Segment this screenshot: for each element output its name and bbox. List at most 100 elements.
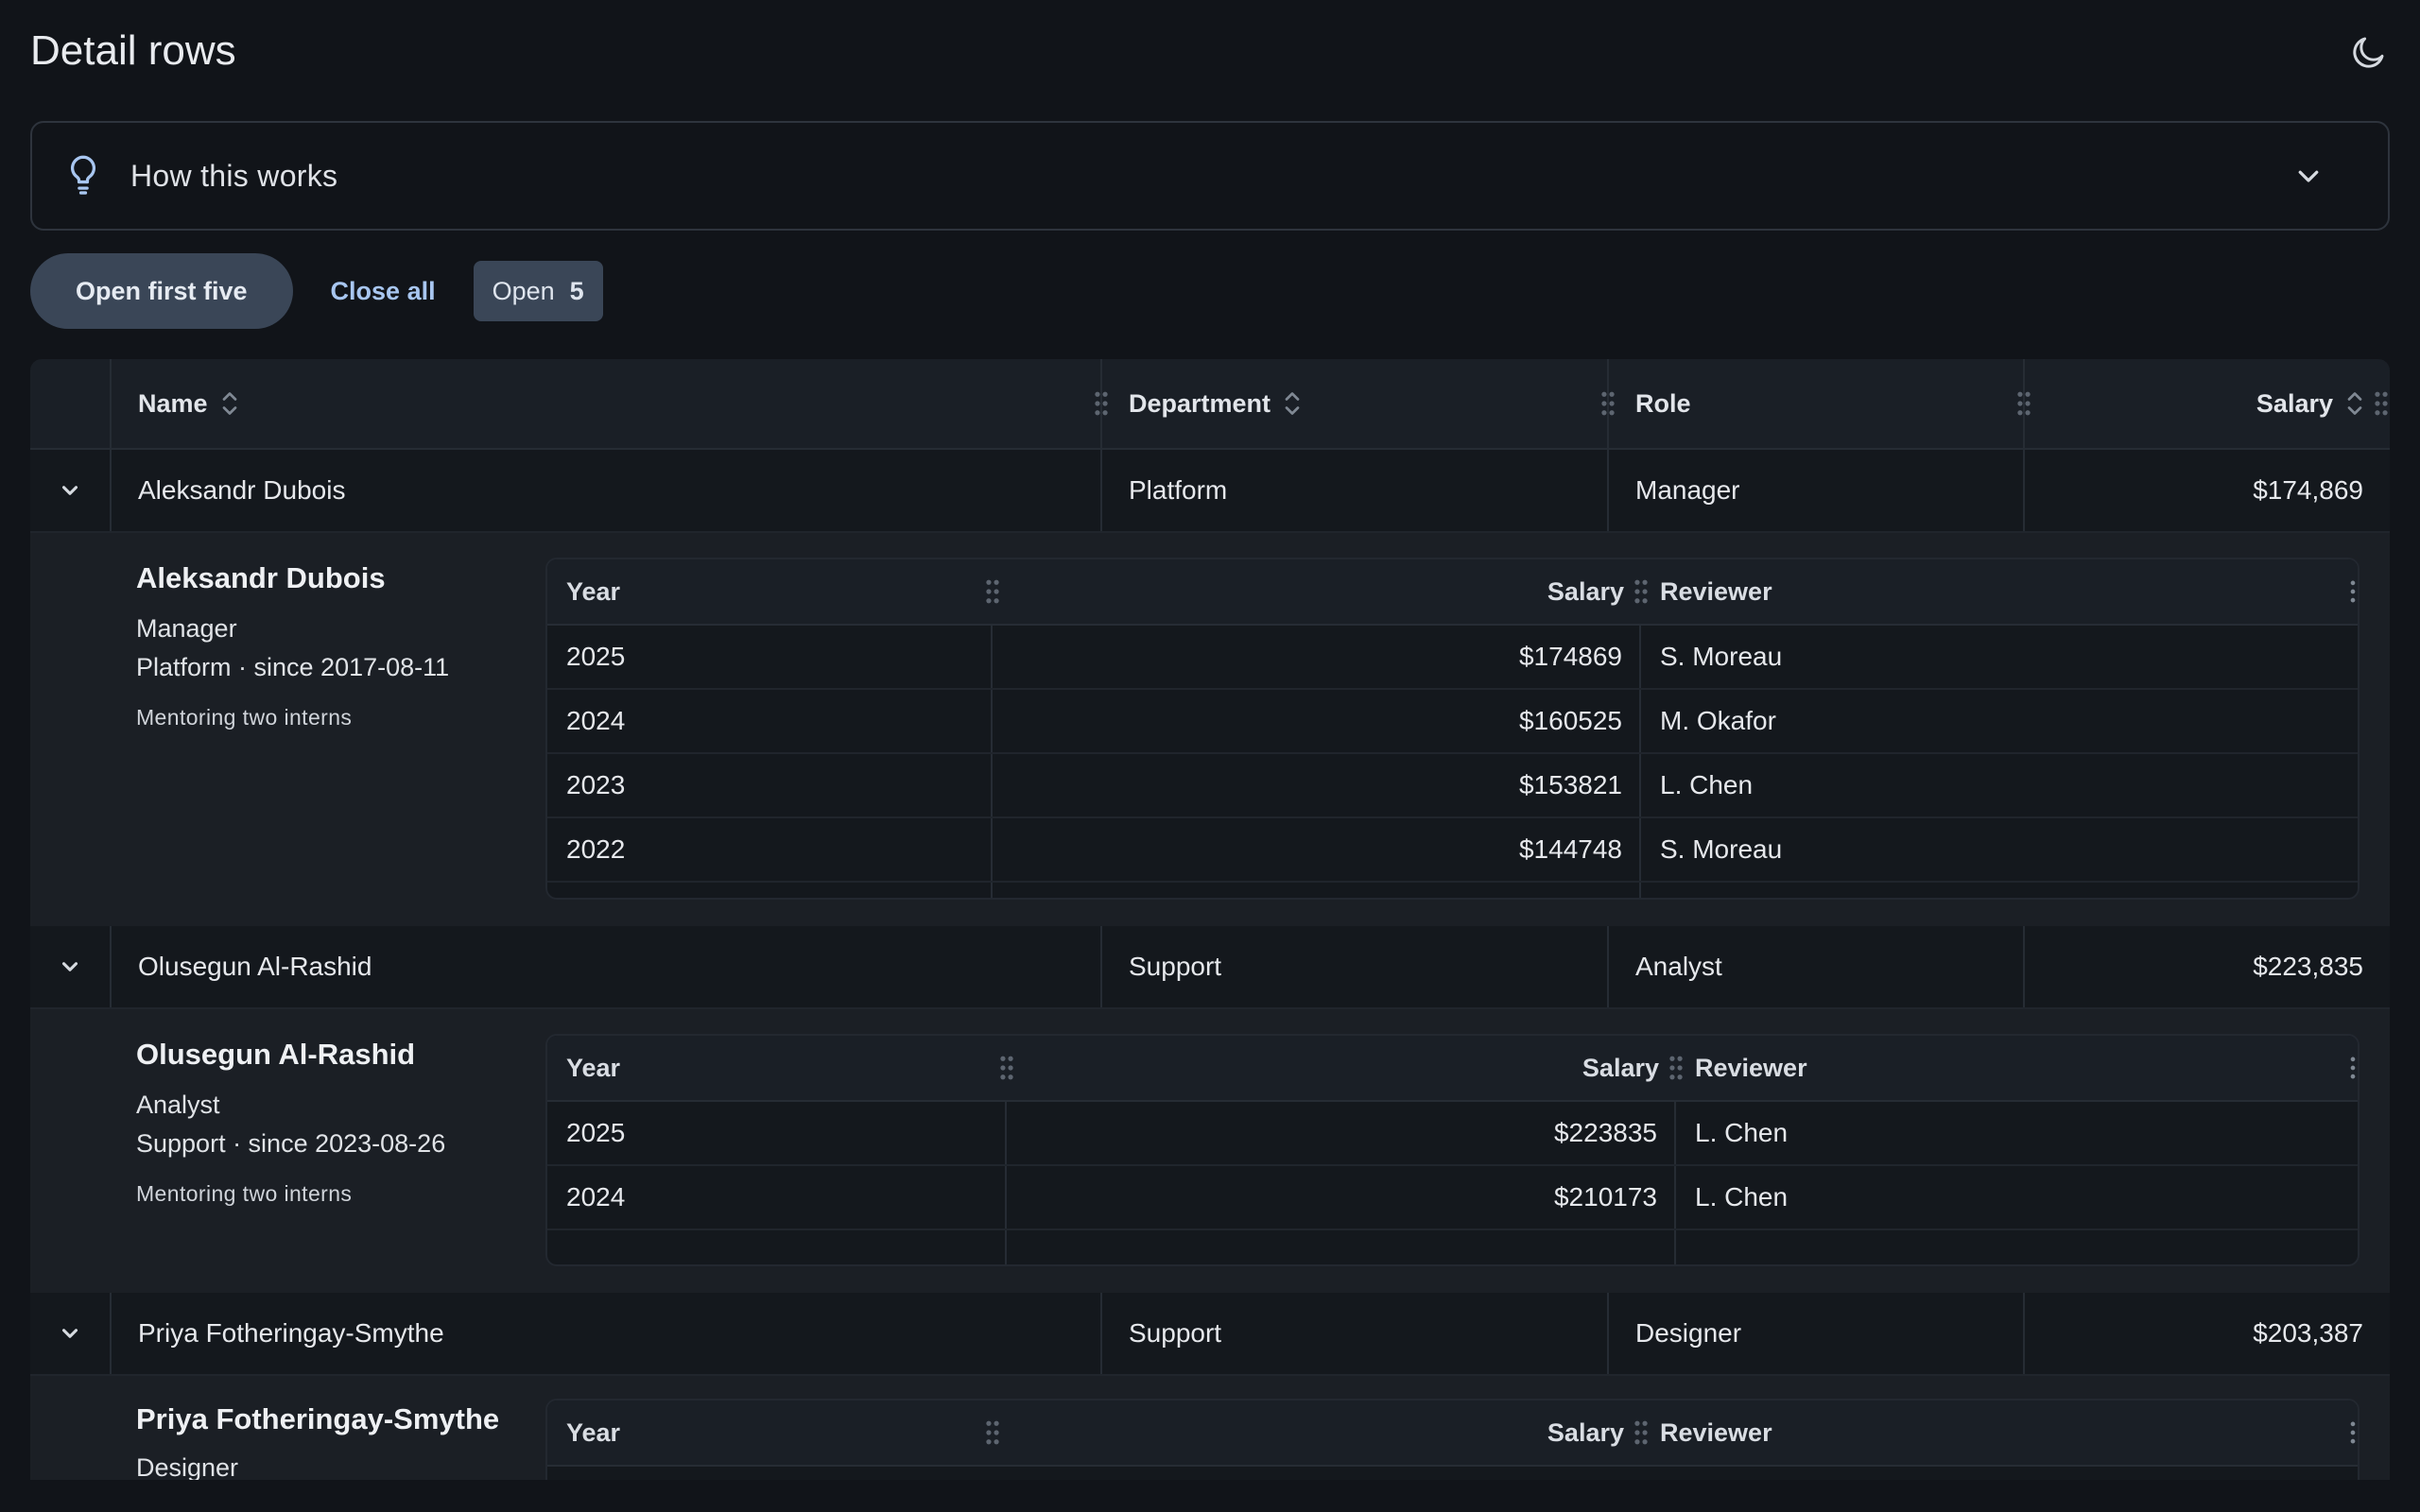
toolbar: Open first five Close all Open 5 [30,253,2390,329]
column-header-salary[interactable]: Salary [2023,359,2390,448]
detail-role: Manager [136,614,237,643]
open-count-badge: Open 5 [473,261,603,321]
column-header-name[interactable]: Name [112,359,1108,448]
sub-cell-salary: $174869 [993,626,1641,688]
sub-column-header-salary-label: Salary [1582,1053,1659,1082]
sub-cell-salary: $160525 [993,690,1641,752]
sub-table-row: 2022 $144748 S. Moreau [547,818,2358,883]
sub-table-footer [547,883,2358,898]
lightbulb-icon [70,155,96,195]
column-header-role[interactable]: Role [1607,359,2031,448]
sub-cell-reviewer: L. Chen [1695,1118,1789,1147]
cell-name: Olusegun Al-Rashid [138,952,372,981]
column-header-department[interactable]: Department [1100,359,1615,448]
sub-header-row: Year Salary Reviewer [547,559,2358,626]
table-row[interactable]: Aleksandr Dubois Platform Manager $174,8… [30,450,2390,533]
column-header-name-label: Name [138,388,208,418]
sub-table-row: 2024 $160525 M. Okafor [547,690,2358,754]
detail-role: Designer [136,1453,239,1480]
column-menu-icon[interactable] [2348,1420,2358,1445]
sub-table-row: 2023 $153821 L. Chen [547,754,2358,818]
sub-column-header-reviewer[interactable]: Reviewer [1676,1036,2358,1100]
detail-profile: Priya Fotheringay-Smythe Designer [30,1376,545,1480]
sort-icon[interactable] [2346,389,2363,418]
sub-cell-reviewer: M. Okafor [1660,706,1776,735]
sub-column-header-year[interactable]: Year [547,559,999,624]
grid-header-row: Name Department Role Salary [30,359,2390,450]
theme-toggle-button[interactable] [2342,26,2395,78]
detail-panel: Aleksandr Dubois Manager Platform · sinc… [30,533,2390,926]
detail-name: Priya Fotheringay-Smythe [136,1402,500,1435]
sub-column-header-year-label: Year [566,576,621,606]
chevron-down-icon [61,486,78,495]
sub-column-header-salary[interactable]: Salary [993,1400,1648,1465]
column-resize-handle-icon[interactable] [2373,391,2390,416]
cell-name: Priya Fotheringay-Smythe [138,1318,444,1348]
detail-panel: Priya Fotheringay-Smythe Designer Year S… [30,1376,2390,1480]
sub-column-header-salary[interactable]: Salary [993,559,1648,624]
sub-column-header-salary[interactable]: Salary [1007,1036,1683,1100]
sub-column-header-reviewer-label: Reviewer [1695,1053,1807,1082]
sub-column-header-reviewer[interactable]: Reviewer [1641,559,2358,624]
sub-footer-spacer [547,1230,1007,1264]
column-menu-icon[interactable] [2348,579,2358,604]
expand-toggle[interactable] [30,450,112,531]
sub-cell-reviewer: L. Chen [1660,770,1754,799]
sub-table-row: 2025 $223835 L. Chen [547,1102,2358,1166]
sub-column-header-reviewer[interactable]: Reviewer [1641,1400,2358,1465]
cell-department: Support [1100,1293,1607,1374]
page: Detail rows How this works Open first fi… [30,0,2390,329]
column-menu-icon[interactable] [2348,1056,2358,1080]
open-count-value: 5 [569,276,584,305]
cell-role: Manager [1607,450,2023,531]
sub-column-header-reviewer-label: Reviewer [1660,576,1772,606]
detail-panel: Olusegun Al-Rashid Analyst Support · sin… [30,1009,2390,1293]
sub-table-footer [547,1230,2358,1264]
cell-salary: $174,869 [2023,450,2390,531]
chevron-down-icon [61,962,78,971]
detail-meta: Platform · since 2017-08-11 [136,653,450,681]
sub-header-row: Year Salary Reviewer [547,1400,2358,1467]
detail-profile: Aleksandr Dubois Manager Platform · sinc… [30,533,545,900]
close-all-button[interactable]: Close all [331,277,436,306]
cell-role: Designer [1607,1293,2023,1374]
open-count-label: Open [492,276,555,305]
detail-name: Olusegun Al-Rashid [136,1038,416,1071]
chevron-down-icon [61,1329,78,1338]
data-grid: Name Department Role Salary Aleksandr Du… [30,359,2390,1480]
column-header-salary-label: Salary [2256,388,2333,418]
sub-cell-salary: $210173 [1007,1166,1676,1228]
cell-department: Platform [1100,450,1607,531]
detail-note: Mentoring two interns [136,705,353,730]
sub-cell-year: 2025 [547,626,993,688]
sub-table-row: 2024 $210173 L. Chen [547,1166,2358,1230]
cell-salary: $223,835 [2023,926,2390,1007]
sub-column-header-salary-label: Salary [1547,576,1624,606]
chevron-down-icon [2290,157,2327,195]
sub-cell-year: 2024 [547,690,993,752]
sub-footer-spacer [1007,1230,1676,1264]
sub-cell-salary: $153821 [993,754,1641,816]
expand-toggle[interactable] [30,926,112,1007]
sub-column-header-year[interactable]: Year [547,1036,1013,1100]
sub-cell-salary: $223835 [1007,1102,1676,1164]
sort-icon[interactable] [1284,389,1301,418]
sub-column-header-year[interactable]: Year [547,1400,999,1465]
cell-department: Support [1100,926,1607,1007]
sub-cell-reviewer: S. Moreau [1660,642,1783,671]
how-this-works-accordion[interactable]: How this works [30,121,2390,231]
detail-note: Mentoring two interns [136,1181,353,1206]
open-first-five-button[interactable]: Open first five [30,253,293,329]
sub-header-row: Year Salary Reviewer [547,1036,2358,1102]
sub-cell-salary: $144748 [993,818,1641,881]
expand-toggle[interactable] [30,1293,112,1374]
detail-profile: Olusegun Al-Rashid Analyst Support · sin… [30,1009,545,1266]
sort-icon[interactable] [221,389,238,418]
sub-cell-year: 2023 [547,754,993,816]
table-row[interactable]: Olusegun Al-Rashid Support Analyst $223,… [30,926,2390,1009]
salary-history-grid: Year Salary Reviewer 2025 $174869 S. Mor… [545,558,2360,900]
sub-cell-year: 2025 [547,1102,1007,1164]
detail-role: Analyst [136,1091,220,1119]
table-row[interactable]: Priya Fotheringay-Smythe Support Designe… [30,1293,2390,1376]
cell-role: Analyst [1607,926,2023,1007]
